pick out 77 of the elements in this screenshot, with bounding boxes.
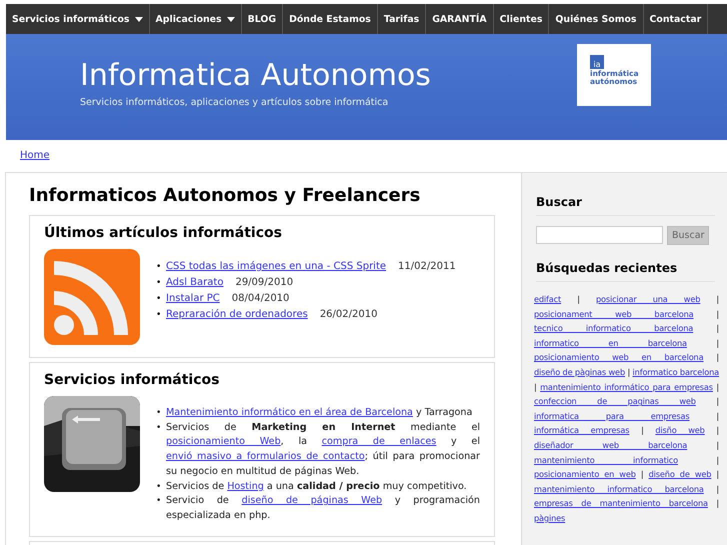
list-bullet: • (156, 277, 162, 290)
separator: | (716, 498, 720, 508)
recent-search-link[interactable]: edifact (534, 294, 562, 304)
article-link[interactable]: Instalar PC (166, 293, 220, 304)
search-button[interactable]: Buscar (667, 226, 710, 245)
separator: | (641, 425, 644, 436)
list-bullet: • (156, 293, 162, 306)
list-bullet: • (156, 407, 162, 420)
recent-search-link[interactable]: informatica para empresas (534, 410, 690, 421)
service-link[interactable]: diseño de páginas Web (242, 495, 382, 506)
site-tagline: Servicios informáticos, aplicaciones y artículos sobre informática (80, 97, 390, 108)
recent-search-link[interactable]: informática empresas (534, 425, 630, 436)
recent-search-link[interactable]: mantenimiento informatico (534, 454, 678, 465)
separator: | (716, 425, 720, 436)
list-bullet: • (156, 480, 162, 494)
article-link[interactable]: Adsl Barato (166, 277, 224, 288)
recent-search-link[interactable]: informatico en barcelona (534, 338, 687, 348)
recent-search-link[interactable]: informatico barcelona (632, 366, 720, 377)
separator: | (716, 338, 720, 348)
recent-search-link[interactable]: diseñador web barcelona (534, 440, 688, 450)
recent-search-link[interactable]: diseño de web (648, 469, 712, 480)
separator: | (716, 323, 720, 334)
separator: | (640, 469, 644, 480)
recent-search-link[interactable]: confeccion de paginas web (534, 396, 696, 406)
service-text: Mantenimiento informático en el área de Barcelona y Tarragona (166, 406, 474, 420)
separator: | (716, 396, 720, 406)
search-field[interactable] (536, 226, 663, 244)
recent-search-link[interactable]: empresas de mantenimiento barcelona (534, 498, 708, 508)
separator: | (716, 440, 720, 450)
recent-search-link[interactable]: posicionar una web (596, 294, 700, 304)
article-date: 29/09/2010 (235, 277, 294, 288)
separator: | (577, 294, 580, 304)
separator: | (716, 484, 720, 494)
separator: | (716, 352, 720, 362)
separator: | (716, 294, 720, 304)
recent-search-link[interactable]: mantenimiento informatico barcelona (534, 484, 704, 494)
rss-icon (44, 249, 140, 345)
separator: | (716, 454, 720, 465)
service-link[interactable]: posicionamiento Web (166, 436, 281, 448)
recent-search-link[interactable]: tecnico informatico barcelona (534, 323, 694, 334)
separator: | (627, 366, 630, 377)
separator: | (716, 308, 719, 319)
recent-search-link[interactable]: posicionamiento web en barcelona (534, 352, 704, 362)
logo-mark: ia (590, 55, 604, 69)
recent-search-link[interactable]: disño web (655, 425, 705, 436)
page-title: Informaticos Autonomos y Freelancers (29, 185, 422, 206)
article-link[interactable]: Repraración de ordenadores (166, 309, 308, 320)
separator: | (716, 410, 720, 421)
list-bullet: • (156, 261, 162, 274)
article-date: 08/04/2010 (232, 293, 290, 304)
article-date: 26/02/2010 (320, 309, 378, 320)
breadcrumb-link[interactable]: Home (20, 150, 50, 161)
service-link[interactable]: Mantenimiento informático en el área de Barcelona (166, 407, 413, 418)
recent-search-link[interactable]: posicionamiento en web (534, 469, 636, 480)
list-bullet: • (156, 422, 162, 435)
recent-search-link[interactable]: posicionament web barcelona (534, 308, 694, 319)
list-bullet: • (156, 495, 162, 508)
separator: | (716, 382, 720, 392)
recent-search-link[interactable]: mantenimiento informático para empresas (540, 382, 713, 392)
sidebar-title: Buscar (536, 195, 715, 216)
article-link[interactable]: CSS todas las imágenes en una - CSS Sprite (166, 261, 386, 272)
list-bullet: • (156, 309, 162, 322)
separator: | (534, 382, 537, 392)
service-link[interactable]: envió masivo a formularios de contacto (166, 451, 365, 462)
site-title: Informatica Autonomos (80, 58, 431, 94)
service-link[interactable]: compra de enlaces (322, 436, 436, 448)
recent-search-link[interactable]: pàgines (534, 512, 566, 523)
service-link[interactable]: Hosting (227, 480, 264, 492)
recent-search-link[interactable]: diseño de pàginas web (534, 366, 625, 377)
service-text: Servicios de Hosting a una calidad / precio muy competitivo. (166, 480, 468, 494)
service-text: Servicio de diseño de páginas Web y programación especializada en php. (166, 494, 480, 523)
section-title: Últimos artículos informáticos (44, 225, 283, 241)
section-title: Servicios informáticos (44, 372, 220, 388)
sidebar-title: Búsquedas recientes (536, 261, 715, 282)
article-date: 11/02/2011 (398, 261, 456, 272)
service-text: Servicios de Marketing en Internet mediante el posicionamiento Web, la compra de enlaces y el envió masivo a formularios de contacto; útil para promocionar su negocio en multitud de páginas Web. (166, 420, 480, 479)
separator: | (716, 469, 720, 480)
